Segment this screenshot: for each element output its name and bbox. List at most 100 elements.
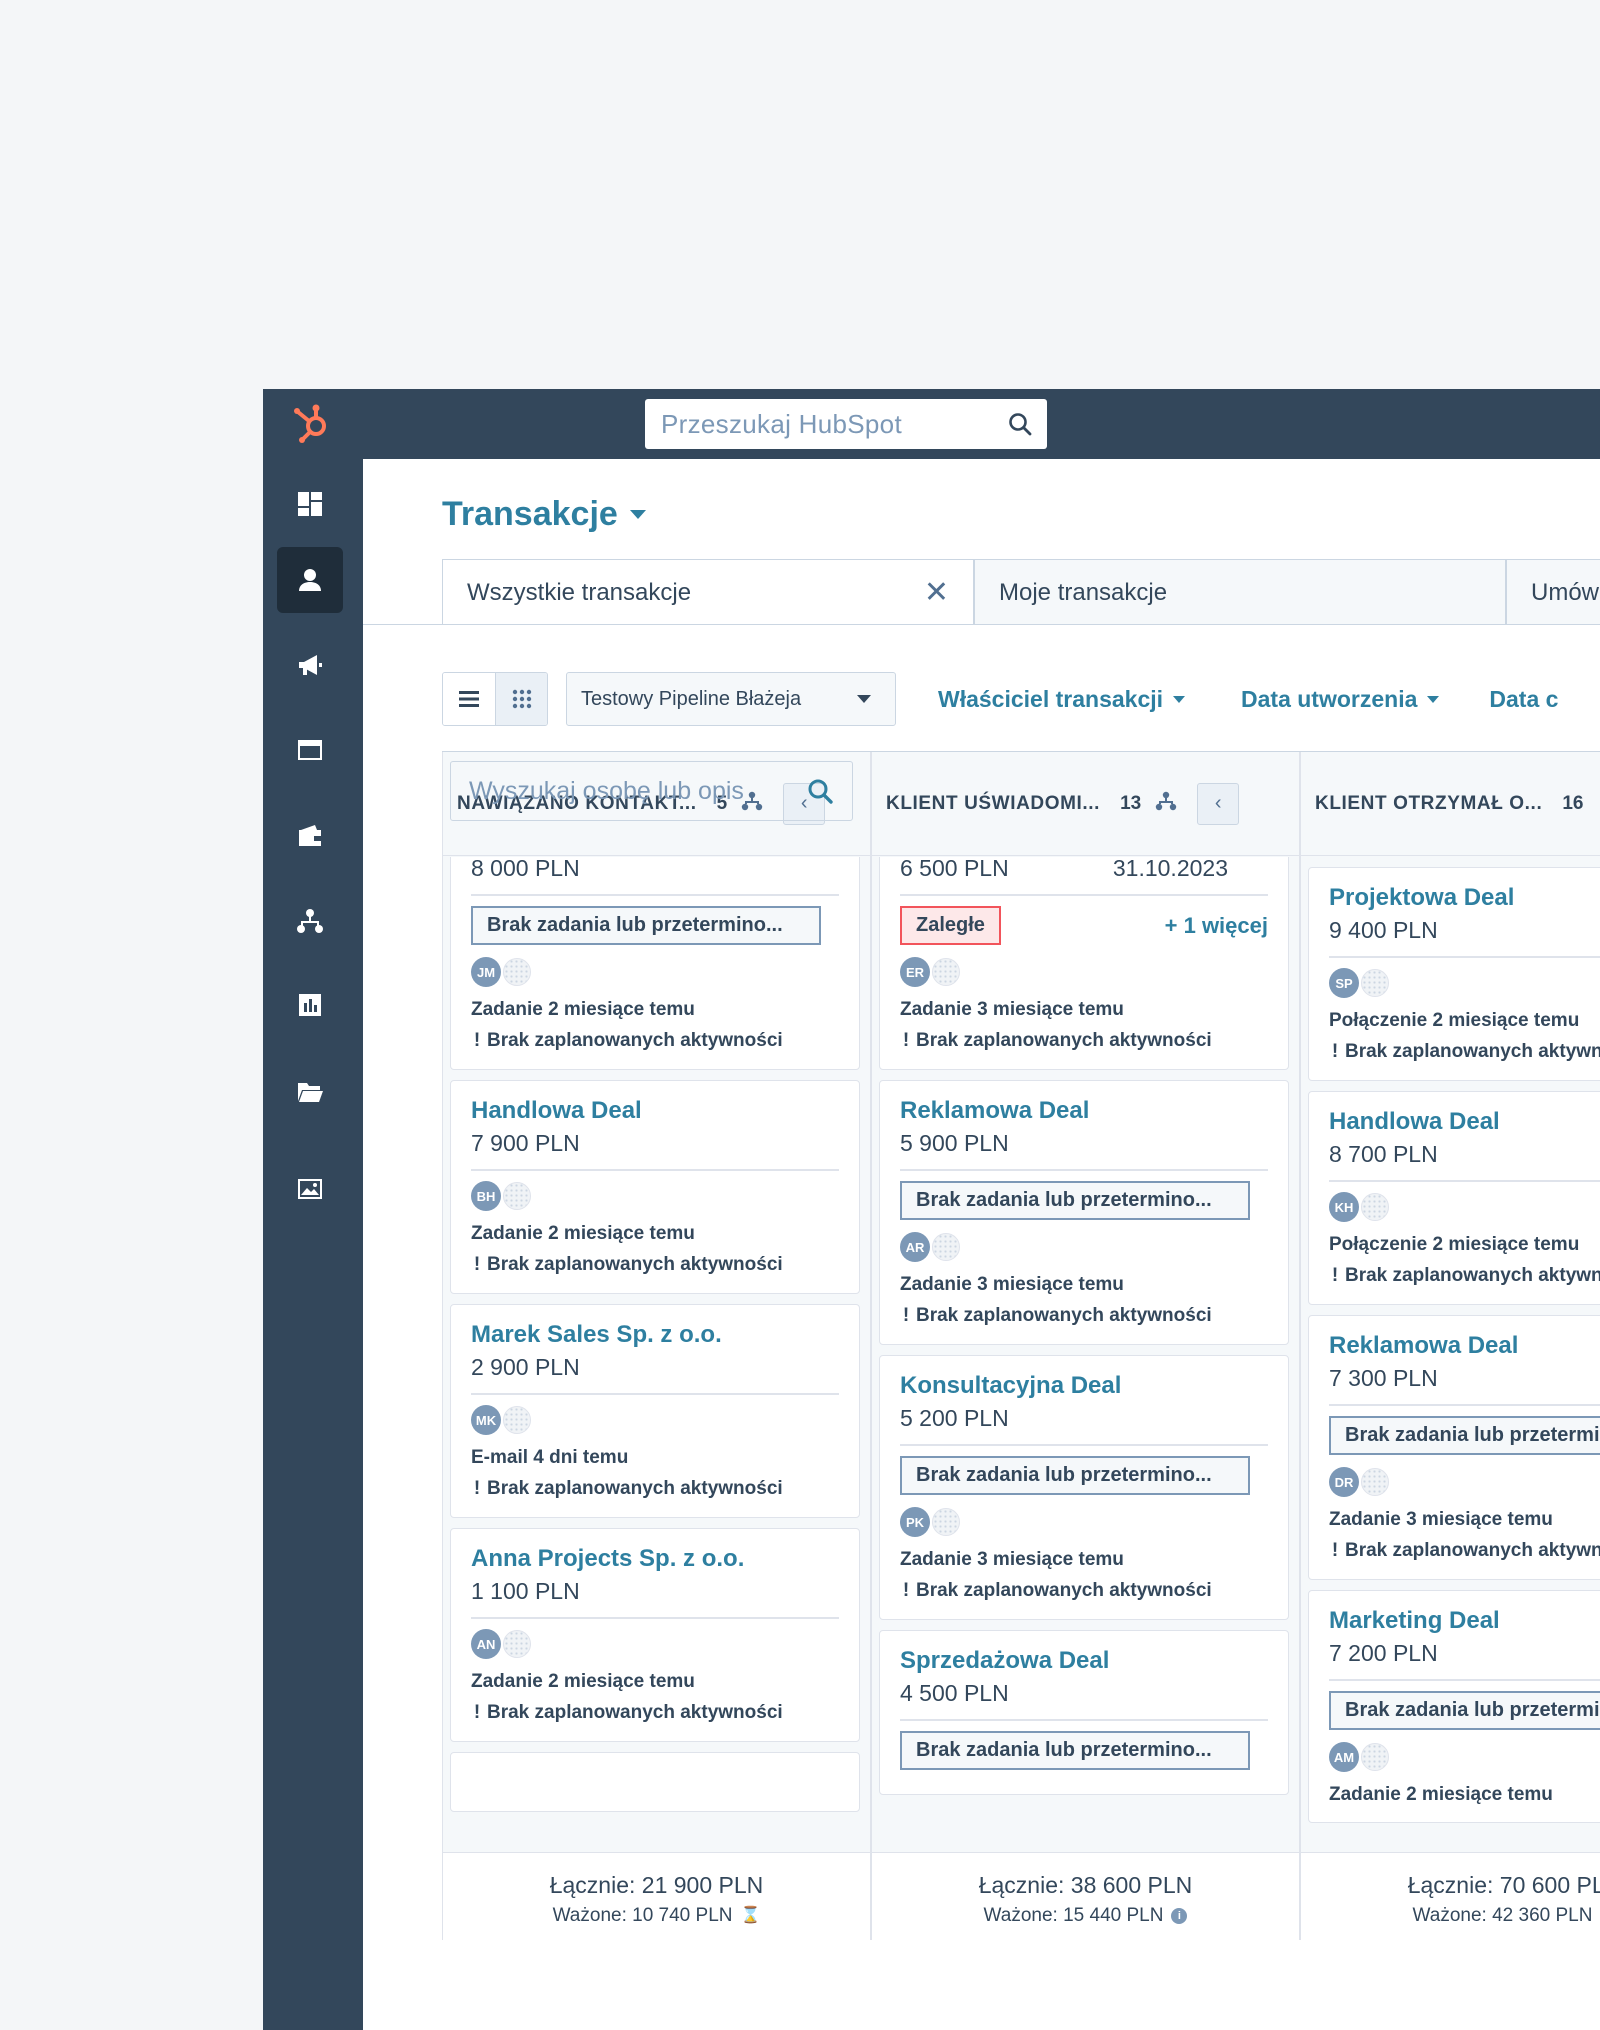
- avatar-placeholder: [1361, 1743, 1389, 1771]
- deal-amount: 9 400 PLN: [1329, 917, 1438, 943]
- sidebar-item-library[interactable]: [277, 1058, 343, 1124]
- sidebar-item-marketing[interactable]: [277, 632, 343, 698]
- hubspot-logo-icon[interactable]: [288, 399, 336, 447]
- deal-card[interactable]: Handlowa Deal 7 900 PLN BH Zadanie 2 mie…: [450, 1080, 860, 1294]
- chevron-down-icon: [1173, 695, 1186, 703]
- deal-name-link[interactable]: Handlowa Deal: [1329, 1106, 1600, 1138]
- tab-label: Moje transakcje: [999, 578, 1168, 606]
- deal-name-link[interactable]: Anna Projects Sp. z o.o.: [471, 1543, 839, 1575]
- deal-amount: 7 900 PLN: [471, 1130, 580, 1156]
- sidebar-item-automation[interactable]: [277, 888, 343, 954]
- grid-icon: [512, 689, 531, 709]
- sidebar-item-commerce[interactable]: [277, 803, 343, 869]
- create-date-filter[interactable]: Data utworzenia: [1241, 685, 1440, 713]
- deal-name-link[interactable]: Projektowa Deal: [1329, 882, 1600, 914]
- avatar[interactable]: DR: [1329, 1467, 1359, 1497]
- no-activity-warning: !Brak zaplanowanych aktywności: [473, 1030, 783, 1051]
- deal-name-link[interactable]: Marketing Deal: [1329, 1605, 1600, 1637]
- deal-name-link[interactable]: Sprzedażowa Deal: [900, 1645, 1268, 1677]
- page-title: Transakcje: [442, 495, 618, 533]
- hierarchy-icon[interactable]: [1155, 790, 1177, 817]
- no-activity-warning: !Brak zaplanowanych aktywności: [902, 1030, 1212, 1051]
- warning-text: Brak zaplanowanych aktywności: [916, 1305, 1212, 1326]
- status-badge: Brak zadania lub przetermino...: [900, 1731, 1250, 1770]
- sidebar-item-contacts[interactable]: [277, 547, 343, 613]
- deal-amount: 8 700 PLN: [1329, 1141, 1438, 1167]
- deal-card[interactable]: Reklamowa Deal 5 900 PLN Brak zadania lu…: [879, 1080, 1289, 1345]
- weighted-value: Ważone: 42 360 PLN: [1412, 1905, 1593, 1926]
- avatar[interactable]: KH: [1329, 1192, 1359, 1222]
- tab-my-deals[interactable]: Moje transakcje: [974, 559, 1506, 625]
- collapse-column-button[interactable]: ‹: [1197, 782, 1240, 825]
- deal-card[interactable]: 6 500 PLN 31.10.2023 Zaległe + 1 więcej ER…: [879, 857, 1289, 1070]
- avatar-placeholder: [503, 1406, 531, 1434]
- deal-card[interactable]: Marek Sales Sp. z o.o. 2 900 PLN MK E-ma…: [450, 1304, 860, 1518]
- warning-text: Brak zaplanowanych aktywności: [1345, 1540, 1600, 1561]
- avatar[interactable]: AM: [1329, 1742, 1359, 1772]
- sidebar-item-media[interactable]: [277, 1156, 343, 1222]
- close-icon[interactable]: ✕: [924, 575, 949, 610]
- close-date: 31.10.2023: [1112, 857, 1228, 881]
- deal-owner-filter[interactable]: Właściciel transakcji: [938, 686, 1186, 713]
- column-title: KLIENT UŚWIADOMI...: [886, 792, 1101, 814]
- deal-card[interactable]: Marketing Deal 7 200 PLN Brak zadania lu…: [1308, 1590, 1600, 1823]
- more-link[interactable]: + 1 więcej: [1165, 913, 1268, 939]
- avatar[interactable]: AR: [900, 1232, 930, 1262]
- deal-name-link[interactable]: Reklamowa Deal: [1329, 1330, 1600, 1362]
- warning-text: Brak zaplanowanych aktywności: [1345, 1265, 1600, 1286]
- deal-card[interactable]: Anna Projects Sp. z o.o. 1 100 PLN AN Za…: [450, 1528, 860, 1742]
- info-icon[interactable]: i: [1171, 1908, 1188, 1924]
- tab-third-view[interactable]: Umów: [1506, 559, 1600, 625]
- deal-card[interactable]: Reklamowa Deal 7 300 PLN Brak zadania lu…: [1308, 1315, 1600, 1580]
- deal-card[interactable]: Konsultacyjna Deal 5 200 PLN Brak zadani…: [879, 1355, 1289, 1620]
- deal-card[interactable]: Sprzedażowa Deal 4 500 PLN Brak zadania …: [879, 1630, 1289, 1795]
- last-activity: Zadanie 2 miesiące temu: [471, 1223, 695, 1244]
- deal-amount: 1 100 PLN: [471, 1578, 580, 1604]
- board-view-button[interactable]: [495, 673, 547, 725]
- avatar[interactable]: JM: [471, 957, 501, 987]
- deal-amount: 7 200 PLN: [1329, 1640, 1438, 1666]
- column-total: Łącznie: 70 600 PLN: [1407, 1872, 1600, 1898]
- deal-card[interactable]: Projektowa Deal 9 400 PLN SP Połączenie …: [1308, 867, 1600, 1081]
- pipeline-select[interactable]: Testowy Pipeline Błażeja: [566, 672, 896, 726]
- megaphone-icon: [299, 655, 322, 675]
- date-filter[interactable]: Data c: [1489, 686, 1558, 713]
- main-content: Transakcje Wszystkie transakcje ✕ Moje t…: [363, 459, 1600, 2030]
- avatar[interactable]: PK: [900, 1507, 930, 1537]
- deal-card[interactable]: 8 000 PLN Brak zadania lub przetermino..…: [450, 857, 860, 1070]
- board-column: 6 500 PLN 31.10.2023 Zaległe + 1 więcej ER…: [871, 752, 1300, 1940]
- last-activity: E-mail 4 dni temu: [471, 1447, 629, 1468]
- page-title-dropdown[interactable]: Transakcje: [442, 495, 646, 534]
- deal-card[interactable]: [450, 1752, 860, 1812]
- column-count: 13: [1120, 792, 1142, 814]
- list-view-button[interactable]: [443, 673, 495, 725]
- board-search-input[interactable]: Wyszukaj osobę lub opis: [450, 761, 853, 821]
- sidebar-item-content[interactable]: [277, 717, 343, 783]
- deal-amount: 7 300 PLN: [1329, 1365, 1438, 1391]
- search-icon[interactable]: [806, 777, 834, 805]
- last-activity: Połączenie 2 miesiące temu: [1329, 1234, 1580, 1255]
- deal-name-link[interactable]: Reklamowa Deal: [900, 1095, 1268, 1127]
- deal-amount: 6 500 PLN: [900, 857, 1009, 881]
- deal-name-link[interactable]: Handlowa Deal: [471, 1095, 839, 1127]
- sidebar-item-dashboard[interactable]: [277, 471, 343, 537]
- list-icon: [459, 691, 479, 707]
- avatar[interactable]: BH: [471, 1181, 501, 1211]
- deal-name-link[interactable]: Marek Sales Sp. z o.o.: [471, 1319, 839, 1351]
- column-cards: 6 500 PLN 31.10.2023 Zaległe + 1 więcej ER…: [872, 857, 1299, 1940]
- avatar-placeholder: [932, 1233, 960, 1261]
- deal-card[interactable]: Handlowa Deal 8 700 PLN KH Połączenie 2 …: [1308, 1091, 1600, 1305]
- avatar[interactable]: ER: [900, 957, 930, 987]
- warning-text: Brak zaplanowanych aktywności: [487, 1478, 783, 1499]
- no-activity-warning: !Brak zaplanowanych aktywności: [902, 1305, 1212, 1326]
- column-title: KLIENT OTRZYMAŁ O...: [1315, 792, 1543, 814]
- avatar[interactable]: SP: [1329, 968, 1359, 998]
- filter-label: Data utworzenia: [1241, 685, 1418, 712]
- tab-all-deals[interactable]: Wszystkie transakcje ✕: [442, 559, 974, 625]
- global-search-input[interactable]: Przeszukaj HubSpot: [645, 399, 1047, 449]
- avatar[interactable]: MK: [471, 1405, 501, 1435]
- sidebar-item-reports[interactable]: [277, 972, 343, 1038]
- avatar[interactable]: AN: [471, 1629, 501, 1659]
- deal-name-link[interactable]: Konsultacyjna Deal: [900, 1370, 1268, 1402]
- search-icon[interactable]: [1007, 411, 1033, 437]
